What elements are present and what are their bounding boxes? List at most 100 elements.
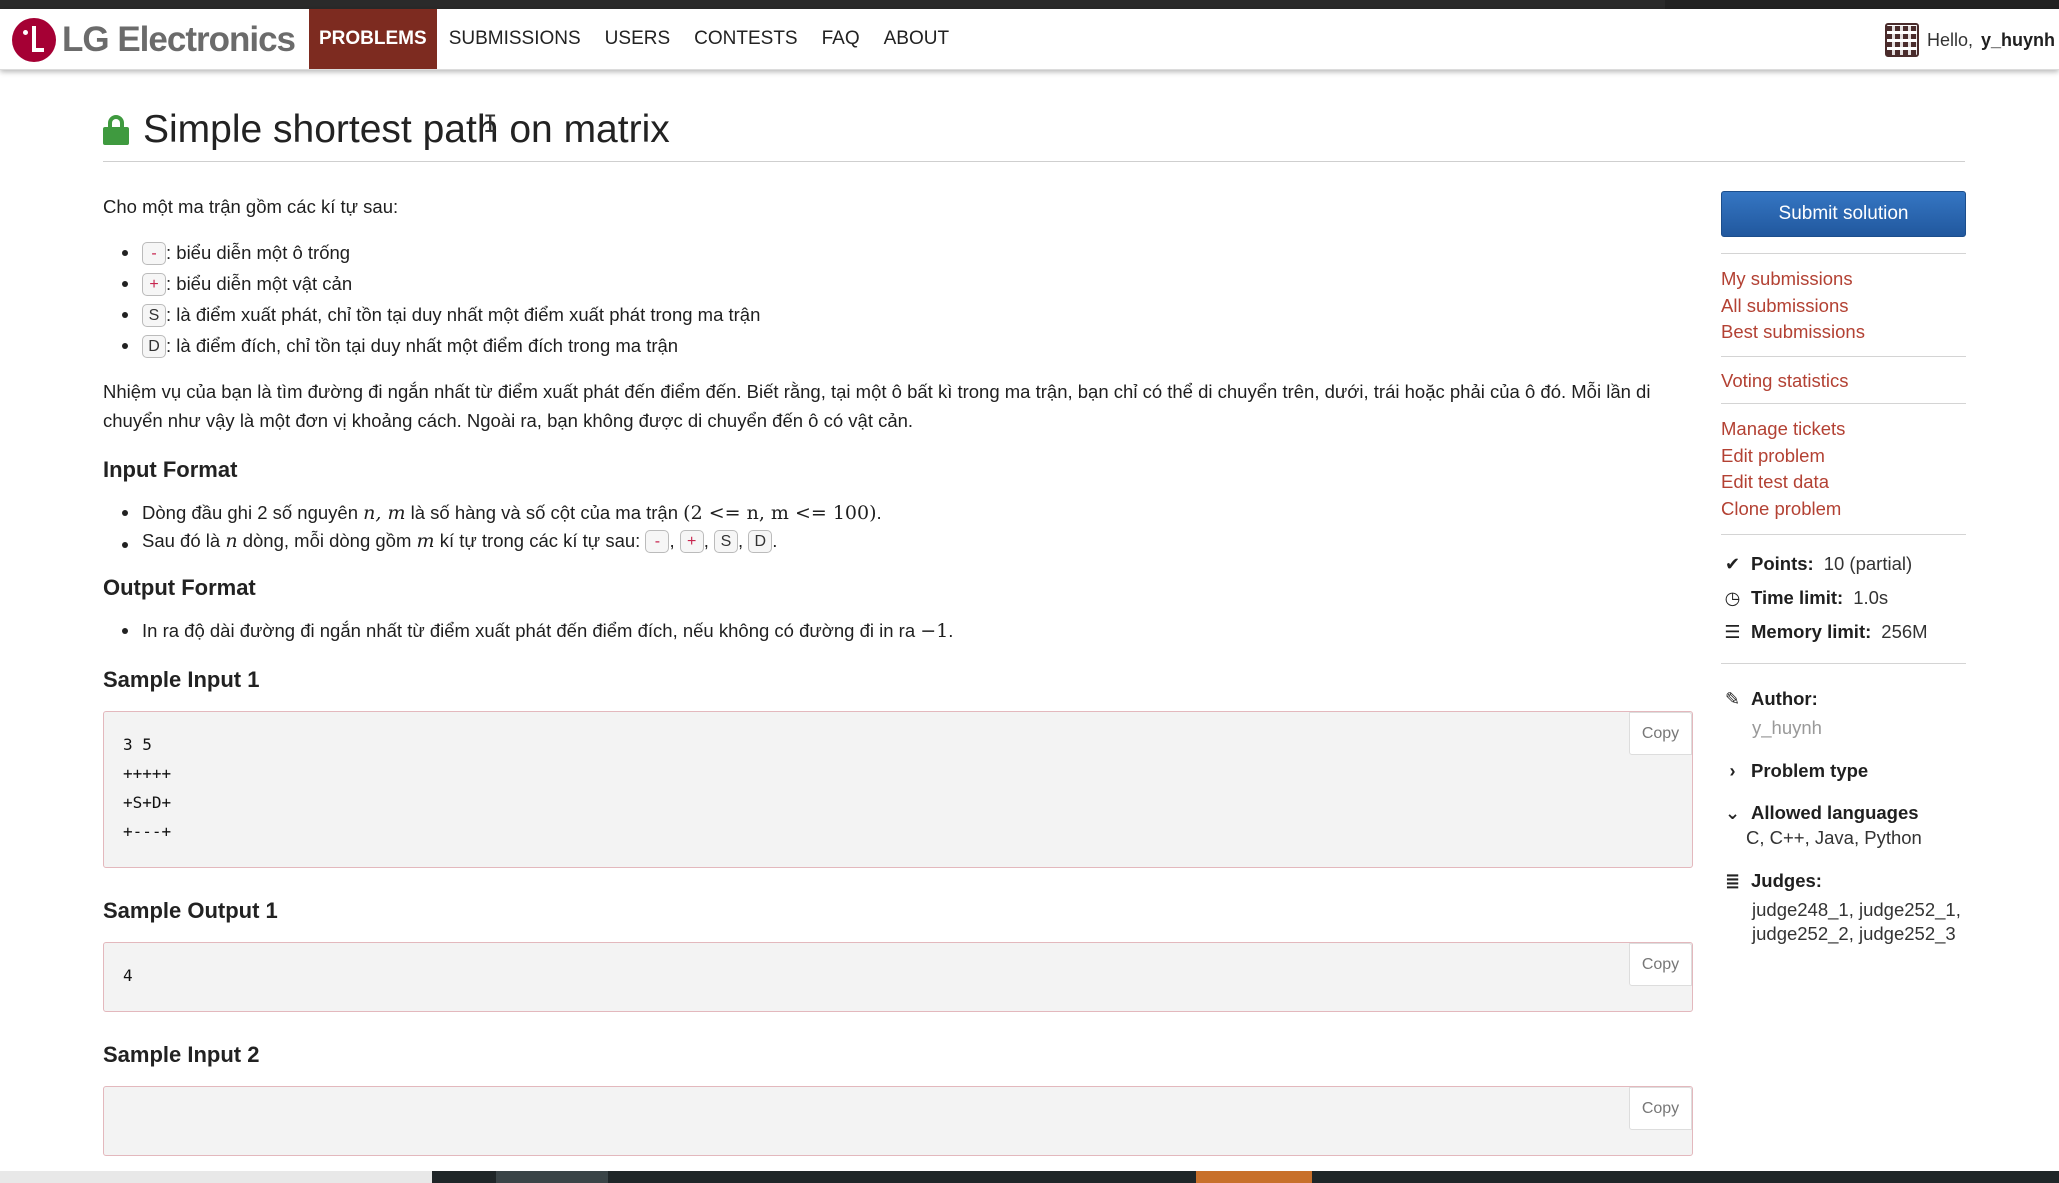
problem-intro: Cho một ma trận gồm các kí tự sau:	[103, 196, 399, 217]
text: Dòng đầu ghi 2 số nguyên	[142, 502, 364, 523]
sample-input-2-box: Copy	[103, 1086, 1693, 1156]
text: .	[876, 502, 882, 523]
database-icon: ≣	[1724, 871, 1741, 891]
math-var: n	[225, 530, 238, 552]
list-item: In ra độ dài đường đi ngắn nhất từ điểm …	[103, 615, 1693, 647]
sample-input-2-code[interactable]	[104, 1087, 1692, 1123]
voting-statistics-link[interactable]: Voting statistics	[1721, 368, 1966, 395]
taskbar-search[interactable]	[0, 1171, 432, 1183]
nav-faq[interactable]: FAQ	[810, 9, 872, 69]
nav-about[interactable]: ABOUT	[872, 9, 961, 69]
symbol-badge: S	[142, 304, 166, 327]
list-item: Dòng đầu ghi 2 số nguyên n, m là số hàng…	[103, 497, 1693, 529]
text: Sau đó là	[142, 530, 226, 551]
text: In ra độ dài đường đi ngắn nhất từ điểm …	[142, 620, 921, 641]
text-cursor-icon: I	[483, 110, 498, 138]
os-taskbar	[0, 1171, 2059, 1183]
list-item-text: : biểu diễn một vật cản	[166, 273, 353, 294]
problem-type-toggle[interactable]: › Problem type	[1724, 754, 1966, 788]
user-greeting: Hello,	[1926, 29, 1973, 50]
clone-problem-link[interactable]: Clone problem	[1721, 496, 1966, 523]
symbol-badge: -	[645, 530, 670, 553]
page-title: Simple shortest path on matrix	[143, 107, 670, 151]
judges-row: ≣ Judges:	[1724, 870, 1822, 891]
site-logo[interactable]: LG Electronics	[12, 17, 296, 63]
copy-button[interactable]: Copy	[1629, 712, 1692, 755]
problem-limits: ✔ Points: 10 (partial) ◷ Time limit: 1.0s ☰ M…	[1721, 535, 1966, 663]
server-icon: ☰	[1724, 622, 1741, 642]
output-format-heading: Output Format	[103, 575, 256, 600]
all-submissions-link[interactable]: All submissions	[1721, 293, 1966, 320]
submit-solution-button[interactable]: Submit solution	[1721, 191, 1966, 237]
input-format-heading: Input Format	[103, 457, 238, 482]
problem-sidebar: Submit solution My submissions All submi…	[1721, 191, 1966, 946]
math-value: −1	[920, 620, 949, 642]
list-item: Sau đó là n dòng, mỗi dòng gồm m kí tự t…	[103, 529, 1693, 553]
manage-tickets-link[interactable]: Manage tickets	[1721, 416, 1966, 443]
username[interactable]: y_huynh	[1981, 30, 2055, 51]
sample-output-1-box: 4 Copy	[103, 942, 1693, 1012]
memory-limit-row: ☰ Memory limit: 256M	[1724, 615, 1966, 649]
problem-body: Cho một ma trận gồm các kí tự sau: -: bi…	[103, 192, 1693, 1156]
list-item: D: là điểm đích, chỉ tồn tại duy nhất mộ…	[103, 330, 1693, 361]
edit-problem-link[interactable]: Edit problem	[1721, 443, 1966, 470]
list-item-text: : là điểm đích, chỉ tồn tại duy nhất một…	[166, 335, 679, 356]
time-limit-row: ◷ Time limit: 1.0s	[1724, 581, 1966, 615]
user-menu[interactable]: Hello, y_huynh	[1884, 21, 2055, 59]
list-item: -: biểu diễn một ô trống	[103, 237, 1693, 268]
edit-icon: ✎	[1724, 689, 1741, 709]
text: .	[772, 530, 778, 551]
brand-name: LG Electronics	[62, 20, 296, 59]
avatar	[1884, 23, 1919, 57]
points-row: ✔ Points: 10 (partial)	[1724, 547, 1966, 581]
text: .	[948, 620, 954, 641]
math-vars: n, m	[363, 502, 406, 524]
symbol-badge: D	[748, 530, 773, 553]
problem-task: Nhiệm vụ của bạn là tìm đường đi ngắn nh…	[103, 381, 1651, 431]
input-format-list: Dòng đầu ghi 2 số nguyên n, m là số hàng…	[103, 497, 1693, 553]
list-item: S: là điểm xuất phát, chỉ tồn tại duy nh…	[103, 299, 1693, 330]
lg-logo-icon	[12, 18, 56, 62]
taskbar-app[interactable]	[496, 1171, 608, 1183]
sample-output-1-heading: Sample Output 1	[103, 898, 278, 923]
nav-users[interactable]: USERS	[593, 9, 682, 69]
copy-button[interactable]: Copy	[1629, 1087, 1692, 1130]
math-constraint: (2 <= n, m <= 100)	[683, 502, 877, 524]
chevron-right-icon: ›	[1729, 761, 1736, 781]
output-format-list: In ra độ dài đường đi ngắn nhất từ điểm …	[103, 615, 1693, 647]
text: kí tự trong các kí tự sau:	[434, 530, 646, 551]
list-item-text: : biểu diễn một ô trống	[166, 242, 351, 263]
author-link[interactable]: y_huynh	[1724, 716, 1966, 740]
allowed-languages-toggle[interactable]: ⌄ Allowed languages	[1724, 796, 1966, 830]
math-var: m	[416, 530, 435, 552]
symbol-badge: +	[679, 530, 704, 553]
nav-submissions[interactable]: SUBMISSIONS	[437, 9, 593, 69]
judges-line-2: judge252_2, judge252_3	[1752, 923, 1956, 944]
sample-input-1-code[interactable]: 3 5 +++++ +S+D+ +---+	[104, 712, 1692, 864]
best-submissions-link[interactable]: Best submissions	[1721, 319, 1966, 346]
my-submissions-link[interactable]: My submissions	[1721, 266, 1966, 293]
symbol-badge: -	[142, 242, 166, 265]
symbol-badge: S	[714, 530, 738, 553]
window-tab-strip	[1665, 0, 2059, 9]
symbol-badge: +	[142, 273, 166, 296]
edit-test-data-link[interactable]: Edit test data	[1721, 469, 1966, 496]
author-row: ✎ Author:	[1724, 688, 1818, 709]
check-icon: ✔	[1724, 554, 1741, 574]
time-limit-value: 1.0s	[1853, 587, 1889, 608]
lock-icon	[103, 114, 129, 145]
judges-line-1: judge248_1, judge252_1,	[1752, 899, 1961, 920]
points-value: 10 (partial)	[1823, 553, 1913, 574]
submission-links: My submissions All submissions Best subm…	[1721, 254, 1966, 356]
allowed-languages-value: C, C++, Java, Python	[1746, 827, 1922, 848]
memory-limit-value: 256M	[1881, 621, 1928, 642]
copy-button[interactable]: Copy	[1629, 943, 1692, 986]
problem-meta: ✎ Author: y_huynh › Problem type ⌄ Allowed …	[1721, 664, 1966, 946]
sample-input-2-heading: Sample Input 2	[103, 1042, 260, 1067]
main-nav: PROBLEMS SUBMISSIONS USERS CONTESTS FAQ …	[309, 9, 961, 69]
sample-output-1-code[interactable]: 4	[104, 943, 1692, 1008]
nav-problems[interactable]: PROBLEMS	[309, 9, 437, 69]
problem-title-row: Simple shortest path on matrix	[103, 104, 1965, 162]
taskbar-active-app[interactable]	[1196, 1171, 1312, 1183]
nav-contests[interactable]: CONTESTS	[682, 9, 809, 69]
